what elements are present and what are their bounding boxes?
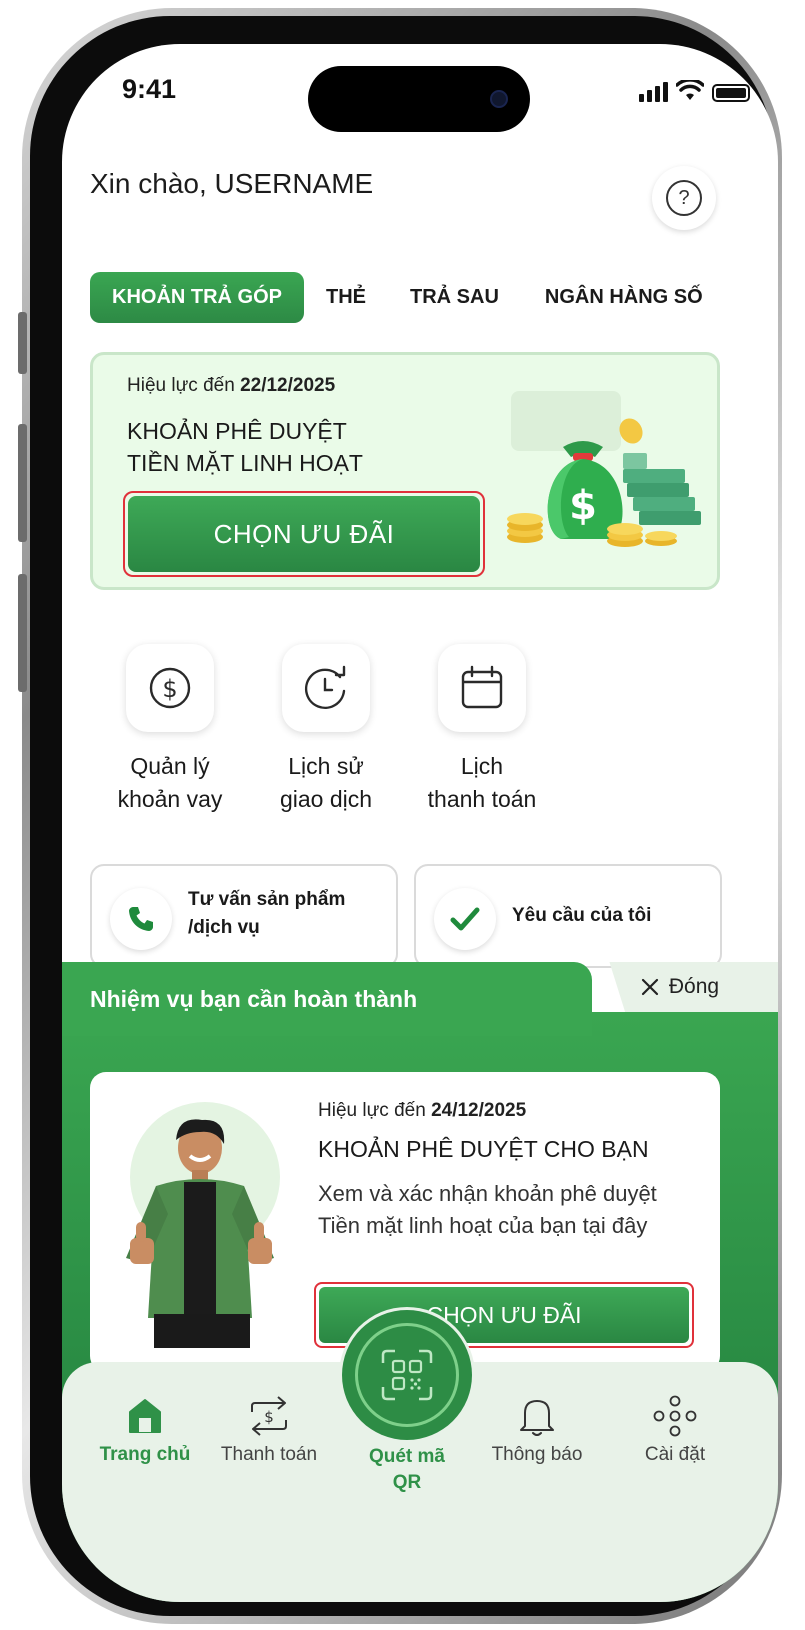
nav-notifications-label: Thông báo — [491, 1444, 583, 1465]
task-valid-prefix: Hiệu lực đến — [318, 1100, 426, 1121]
qa-label-line2: khoản vay — [117, 786, 223, 812]
product-tabs: KHOẢN TRẢ GÓP THẺ TRẢ SAU NGÂN HÀNG SỐ — [90, 272, 703, 323]
qr-label-line1: Quét mã — [368, 1446, 446, 1467]
close-button[interactable]: Đóng — [609, 962, 778, 1012]
person-thumbs-up-image — [126, 1119, 274, 1348]
quick-action-loan-management[interactable]: $ Quản lý khoản vay — [90, 644, 250, 816]
consult-line2: /dịch vụ — [188, 917, 260, 938]
action-button — [18, 312, 27, 374]
bell-icon — [472, 1388, 602, 1444]
tab-ngan-hang-so[interactable]: NGÂN HÀNG SỐ — [545, 286, 703, 309]
quick-action-label: Lịch sử giao dịch — [246, 750, 406, 816]
history-clock-icon — [282, 644, 370, 732]
qa-label-line1: Lịch sử — [288, 753, 364, 779]
qr-scan-ring — [355, 1323, 459, 1427]
promo-title-line2: TIỀN MẶT LINH HOẠT — [127, 450, 363, 476]
qa-label-line1: Lịch — [460, 753, 504, 779]
my-requests-label: Yêu cầu của tôi — [512, 905, 652, 926]
promo-button-highlight: CHỌN ƯU ĐÃI — [123, 491, 485, 577]
qr-label-line2: QR — [392, 1472, 422, 1493]
quick-action-payment-schedule[interactable]: Lịch thanh toán — [402, 644, 562, 816]
qa-label-line1: Quản lý — [130, 753, 210, 779]
close-label: Đóng — [668, 975, 720, 998]
promo-valid-prefix: Hiệu lực đến — [127, 375, 235, 396]
transfer-icon: $ — [204, 1388, 334, 1444]
volume-up-button — [18, 424, 27, 542]
close-icon — [641, 978, 658, 996]
promo-title: KHOẢN PHÊ DUYỆT TIỀN MẶT LINH HOẠT — [127, 415, 487, 479]
money-bag-icon: $ — [507, 391, 701, 547]
help-button[interactable]: ? — [652, 166, 716, 230]
nav-settings-label: Cài đặt — [644, 1444, 706, 1465]
nav-notifications[interactable]: Thông báo — [472, 1388, 602, 1466]
qa-label-line2: giao dịch — [279, 786, 373, 812]
phone-icon — [110, 888, 172, 950]
status-time: 9:41 — [122, 74, 177, 104]
task-valid-date: 24/12/2025 — [431, 1100, 527, 1121]
tab-the[interactable]: THẺ — [326, 286, 366, 309]
task-sheet-title: Nhiệm vụ bạn cần hoàn thành — [90, 986, 418, 1012]
quick-action-label: Lịch thanh toán — [402, 750, 562, 816]
nav-home[interactable]: Trang chủ — [80, 1388, 210, 1466]
home-icon — [80, 1388, 210, 1444]
settings-dots-icon — [610, 1388, 740, 1444]
qr-scan-button[interactable] — [342, 1310, 472, 1440]
wifi-icon — [676, 80, 704, 100]
task-validity: Hiệu lực đến 24/12/2025 — [318, 1100, 526, 1122]
qr-scan-icon — [381, 1349, 433, 1401]
consult-card[interactable]: Tư vấn sản phẩm /dịch vụ — [90, 864, 398, 968]
tab-khoan-tra-gop[interactable]: KHOẢN TRẢ GÓP — [90, 272, 304, 323]
dynamic-island — [308, 66, 530, 132]
volume-down-button — [18, 574, 27, 692]
nav-payment[interactable]: $ Thanh toán — [204, 1388, 334, 1466]
dollar-circle-icon: $ — [126, 644, 214, 732]
task-heading: KHOẢN PHÊ DUYỆT CHO BẠN — [318, 1136, 649, 1162]
consult-card-label: Tư vấn sản phẩm /dịch vụ — [188, 886, 345, 942]
svg-text:$: $ — [162, 675, 177, 703]
cellular-signal-icon — [639, 82, 668, 102]
quick-action-label: Quản lý khoản vay — [90, 750, 250, 816]
nav-home-label: Trang chủ — [99, 1444, 191, 1465]
my-requests-card[interactable]: Yêu cầu của tôi — [414, 864, 722, 968]
task-description: Xem và xác nhận khoản phê duyệt Tiền mặt… — [318, 1181, 657, 1238]
choose-offer-button[interactable]: CHỌN ƯU ĐÃI — [128, 496, 480, 572]
consult-line1: Tư vấn sản phẩm — [188, 889, 346, 910]
battery-icon — [712, 84, 750, 102]
app-screen: 9:41 Xin chào, USERNAME ? KHOẢN TRẢ GÓP … — [62, 44, 778, 1602]
tab-tra-sau[interactable]: TRẢ SAU — [410, 286, 499, 309]
greeting-text: Xin chào, USERNAME — [90, 168, 374, 199]
promo-validity: Hiệu lực đến 22/12/2025 — [127, 375, 335, 397]
promo-valid-date: 22/12/2025 — [240, 375, 336, 396]
nav-settings[interactable]: Cài đặt — [610, 1388, 740, 1466]
check-icon — [434, 888, 496, 950]
promo-title-line1: KHOẢN PHÊ DUYỆT — [127, 418, 347, 444]
quick-action-transaction-history[interactable]: Lịch sử giao dịch — [246, 644, 406, 816]
task-sheet-header: Nhiệm vụ bạn cần hoàn thành — [62, 962, 592, 1034]
calendar-icon — [438, 644, 526, 732]
status-icons — [639, 80, 750, 102]
question-icon: ? — [666, 180, 702, 216]
svg-text:$: $ — [569, 483, 597, 529]
qr-scan-label[interactable]: Quét mã QR — [337, 1444, 477, 1496]
nav-payment-label: Thanh toán — [220, 1444, 318, 1465]
qa-label-line2: thanh toán — [427, 786, 537, 812]
svg-text:$: $ — [264, 1408, 274, 1426]
camera-icon — [490, 90, 508, 108]
promo-card: Hiệu lực đến 22/12/2025 KHOẢN PHÊ DUYỆT … — [90, 352, 720, 590]
